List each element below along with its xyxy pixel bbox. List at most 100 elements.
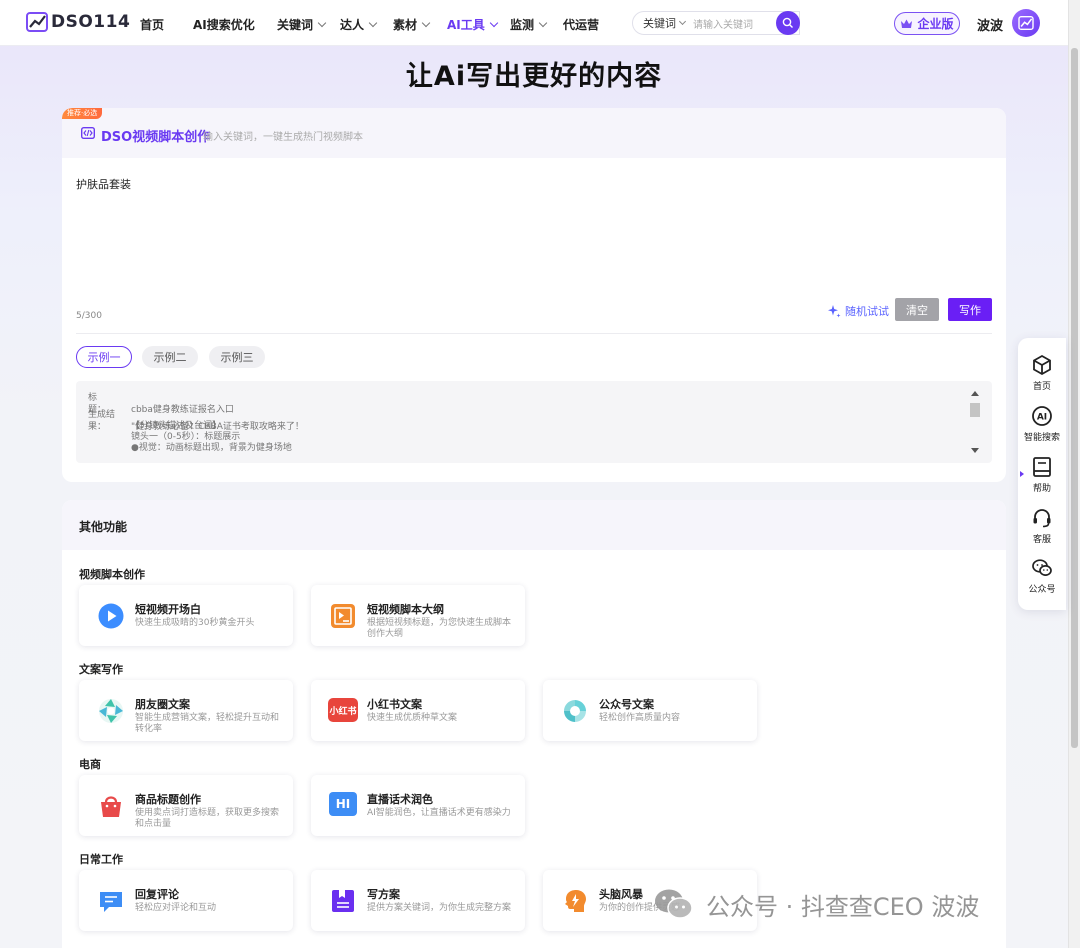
tool-title: DSO视频脚本创作: [101, 130, 211, 145]
nav-item-agency[interactable]: 代运营: [563, 16, 599, 33]
divider: [76, 333, 992, 334]
feature-card-opening[interactable]: 短视频开场白 快速生成吸睛的30秒黄金开头: [79, 585, 293, 646]
nav-item-monitor[interactable]: 监测: [510, 16, 548, 33]
clear-button[interactable]: 清空: [895, 298, 939, 321]
section-title: 电商: [79, 758, 101, 771]
feature-name: 小红书文案: [367, 698, 422, 711]
float-item-official-account[interactable]: 公众号: [1018, 557, 1066, 595]
float-item-home[interactable]: 首页: [1018, 354, 1066, 392]
page-title: 让Ai写出更好的内容: [405, 61, 663, 92]
avatar[interactable]: [1012, 9, 1040, 37]
feature-name: 短视频开场白: [135, 603, 201, 616]
tab-example-2[interactable]: 示例二: [142, 346, 198, 368]
chevron-down-icon: [538, 18, 548, 28]
feature-name: 商品标题创作: [135, 793, 201, 806]
nav-item-keywords[interactable]: 关键词: [277, 16, 327, 33]
aperture-icon: [99, 699, 123, 723]
random-try-button[interactable]: 随机试试: [827, 303, 889, 319]
feature-card-wechat-mp[interactable]: 公众号文案 轻松创作高质量内容: [543, 680, 757, 741]
logo[interactable]: DSO114: [26, 12, 130, 32]
feature-desc: AI智能润色，让直播话术更有感染力: [367, 808, 511, 818]
comment-icon: [100, 892, 122, 912]
example-result-label: 生成结果：: [88, 410, 116, 432]
nav-item-materials[interactable]: 素材: [393, 16, 431, 33]
recommend-badge: 推荐·必选: [62, 108, 103, 119]
watermark-text: 公众号 · 抖查查CEO 波波: [706, 892, 980, 921]
feature-card-live-script[interactable]: HI 直播话术润色 AI智能润色，让直播话术更有感染力: [311, 775, 525, 836]
search-box[interactable]: 关键词 请输入关键词: [632, 11, 800, 35]
wechat-mp-icon: [564, 700, 586, 722]
search-category-select[interactable]: 关键词: [643, 15, 687, 31]
book-icon: [1033, 457, 1051, 477]
feature-name: 直播话术润色: [367, 793, 433, 806]
username[interactable]: 波波: [977, 15, 1003, 34]
brain-icon: [565, 890, 586, 912]
other-features-card: 其他功能 视频脚本创作 短视频开场白 快速生成吸睛的30秒黄金开头 短视频脚本大…: [62, 500, 1006, 948]
search-input[interactable]: 请输入关键词: [693, 16, 753, 31]
feature-name: 短视频脚本大纲: [367, 603, 444, 616]
scrollbar-thumb[interactable]: [970, 403, 980, 417]
nav-item-ai-tools[interactable]: AI工具: [447, 16, 499, 33]
logo-chart-icon: [26, 12, 48, 32]
feature-name: 回复评论: [135, 888, 179, 901]
feature-name: 头脑风暴: [599, 888, 643, 901]
tab-example-1[interactable]: 示例一: [76, 346, 132, 368]
search-icon: [782, 17, 793, 28]
feature-card-product-title[interactable]: 商品标题创作 使用卖点词打造标题，获取更多搜索和点击量: [79, 775, 293, 836]
nav-item-influencers[interactable]: 达人: [340, 16, 378, 33]
feature-name: 公众号文案: [599, 698, 654, 711]
feature-name: 朋友圈文案: [135, 698, 190, 711]
ai-icon: AI: [1032, 406, 1052, 426]
shopping-bag-icon: [101, 796, 121, 817]
search-button[interactable]: [776, 11, 800, 35]
scrollbar-thumb[interactable]: [1071, 48, 1078, 748]
feature-card-reply-comments[interactable]: 回复评论 轻松应对评论和互动: [79, 870, 293, 931]
feature-card-write-plan[interactable]: 写方案 提供方案关键词，为你生成完整方案: [311, 870, 525, 931]
headset-icon: [1033, 509, 1051, 528]
right-float-bar: 首页 AI 智能搜索 帮助 客服 公众号: [1018, 338, 1066, 610]
feature-card-moments[interactable]: 朋友圈文案 智能生成营销文案，轻松提升互动和转化率: [79, 680, 293, 741]
keyword-textarea[interactable]: 护肤品套装: [76, 176, 131, 192]
chevron-down-icon: [678, 17, 687, 26]
feature-desc: 智能生成营销文案，轻松提升互动和转化率: [135, 713, 280, 734]
example-result-panel[interactable]: 标 题： cbba健身教练证报名入口 生成结果： "健身教练必备！CBBA证书考取攻…: [76, 381, 992, 463]
nav-item-ai-search-opt[interactable]: AI搜索优化: [193, 16, 255, 33]
play-icon: [98, 603, 124, 629]
section-title: 文案写作: [79, 663, 123, 676]
scroll-down-arrow-icon[interactable]: [971, 448, 979, 453]
char-counter: 5/300: [76, 311, 102, 321]
code-icon: [81, 127, 95, 139]
enterprise-button[interactable]: 企业版: [894, 12, 960, 35]
feature-card-xiaohongshu[interactable]: 小红书 小红书文案 快速生成优质种草文案: [311, 680, 525, 741]
collapse-arrow-icon[interactable]: [1020, 471, 1024, 477]
feature-desc: 轻松创作高质量内容: [599, 713, 681, 723]
section-title: 视频脚本创作: [79, 568, 145, 581]
feature-desc: 快速生成优质种草文案: [367, 713, 458, 723]
float-item-help[interactable]: 帮助: [1018, 456, 1066, 494]
feature-desc: 轻松应对评论和互动: [135, 903, 217, 913]
float-item-support[interactable]: 客服: [1018, 507, 1066, 545]
sparkle-icon: [828, 305, 841, 318]
feature-desc: 使用卖点词打造标题，获取更多搜索和点击量: [135, 808, 280, 829]
tool-subtitle: 输入关键词，一键生成热门视频脚本: [203, 132, 363, 143]
hi-chat-icon: HI: [329, 792, 357, 816]
section-title: 日常工作: [79, 853, 123, 866]
float-item-ai-search[interactable]: AI 智能搜索: [1018, 405, 1066, 443]
page-scrollbar[interactable]: [1068, 0, 1080, 948]
scroll-up-arrow-icon[interactable]: [971, 391, 979, 396]
logo-text: DSO114: [51, 12, 131, 32]
xiaohongshu-icon: 小红书: [328, 698, 358, 722]
write-button[interactable]: 写作: [948, 298, 992, 321]
feature-card-outline[interactable]: 短视频脚本大纲 根据短视频标题，为您快速生成脚本创作大纲: [311, 585, 525, 646]
plan-icon: [332, 890, 354, 912]
feature-name: 写方案: [367, 888, 400, 901]
feature-desc: 根据短视频标题，为您快速生成脚本创作大纲: [367, 618, 512, 639]
crown-icon: [901, 19, 913, 28]
logo-chart-icon: [1018, 16, 1034, 30]
example-scrollbar[interactable]: [970, 391, 980, 453]
tab-example-3[interactable]: 示例三: [209, 346, 265, 368]
tool-header: 推荐·必选 DSO视频脚本创作 输入关键词，一键生成热门视频脚本: [62, 108, 1006, 158]
chevron-down-icon: [368, 18, 378, 28]
wechat-icon: [655, 889, 693, 919]
nav-item-home[interactable]: 首页: [140, 16, 164, 33]
